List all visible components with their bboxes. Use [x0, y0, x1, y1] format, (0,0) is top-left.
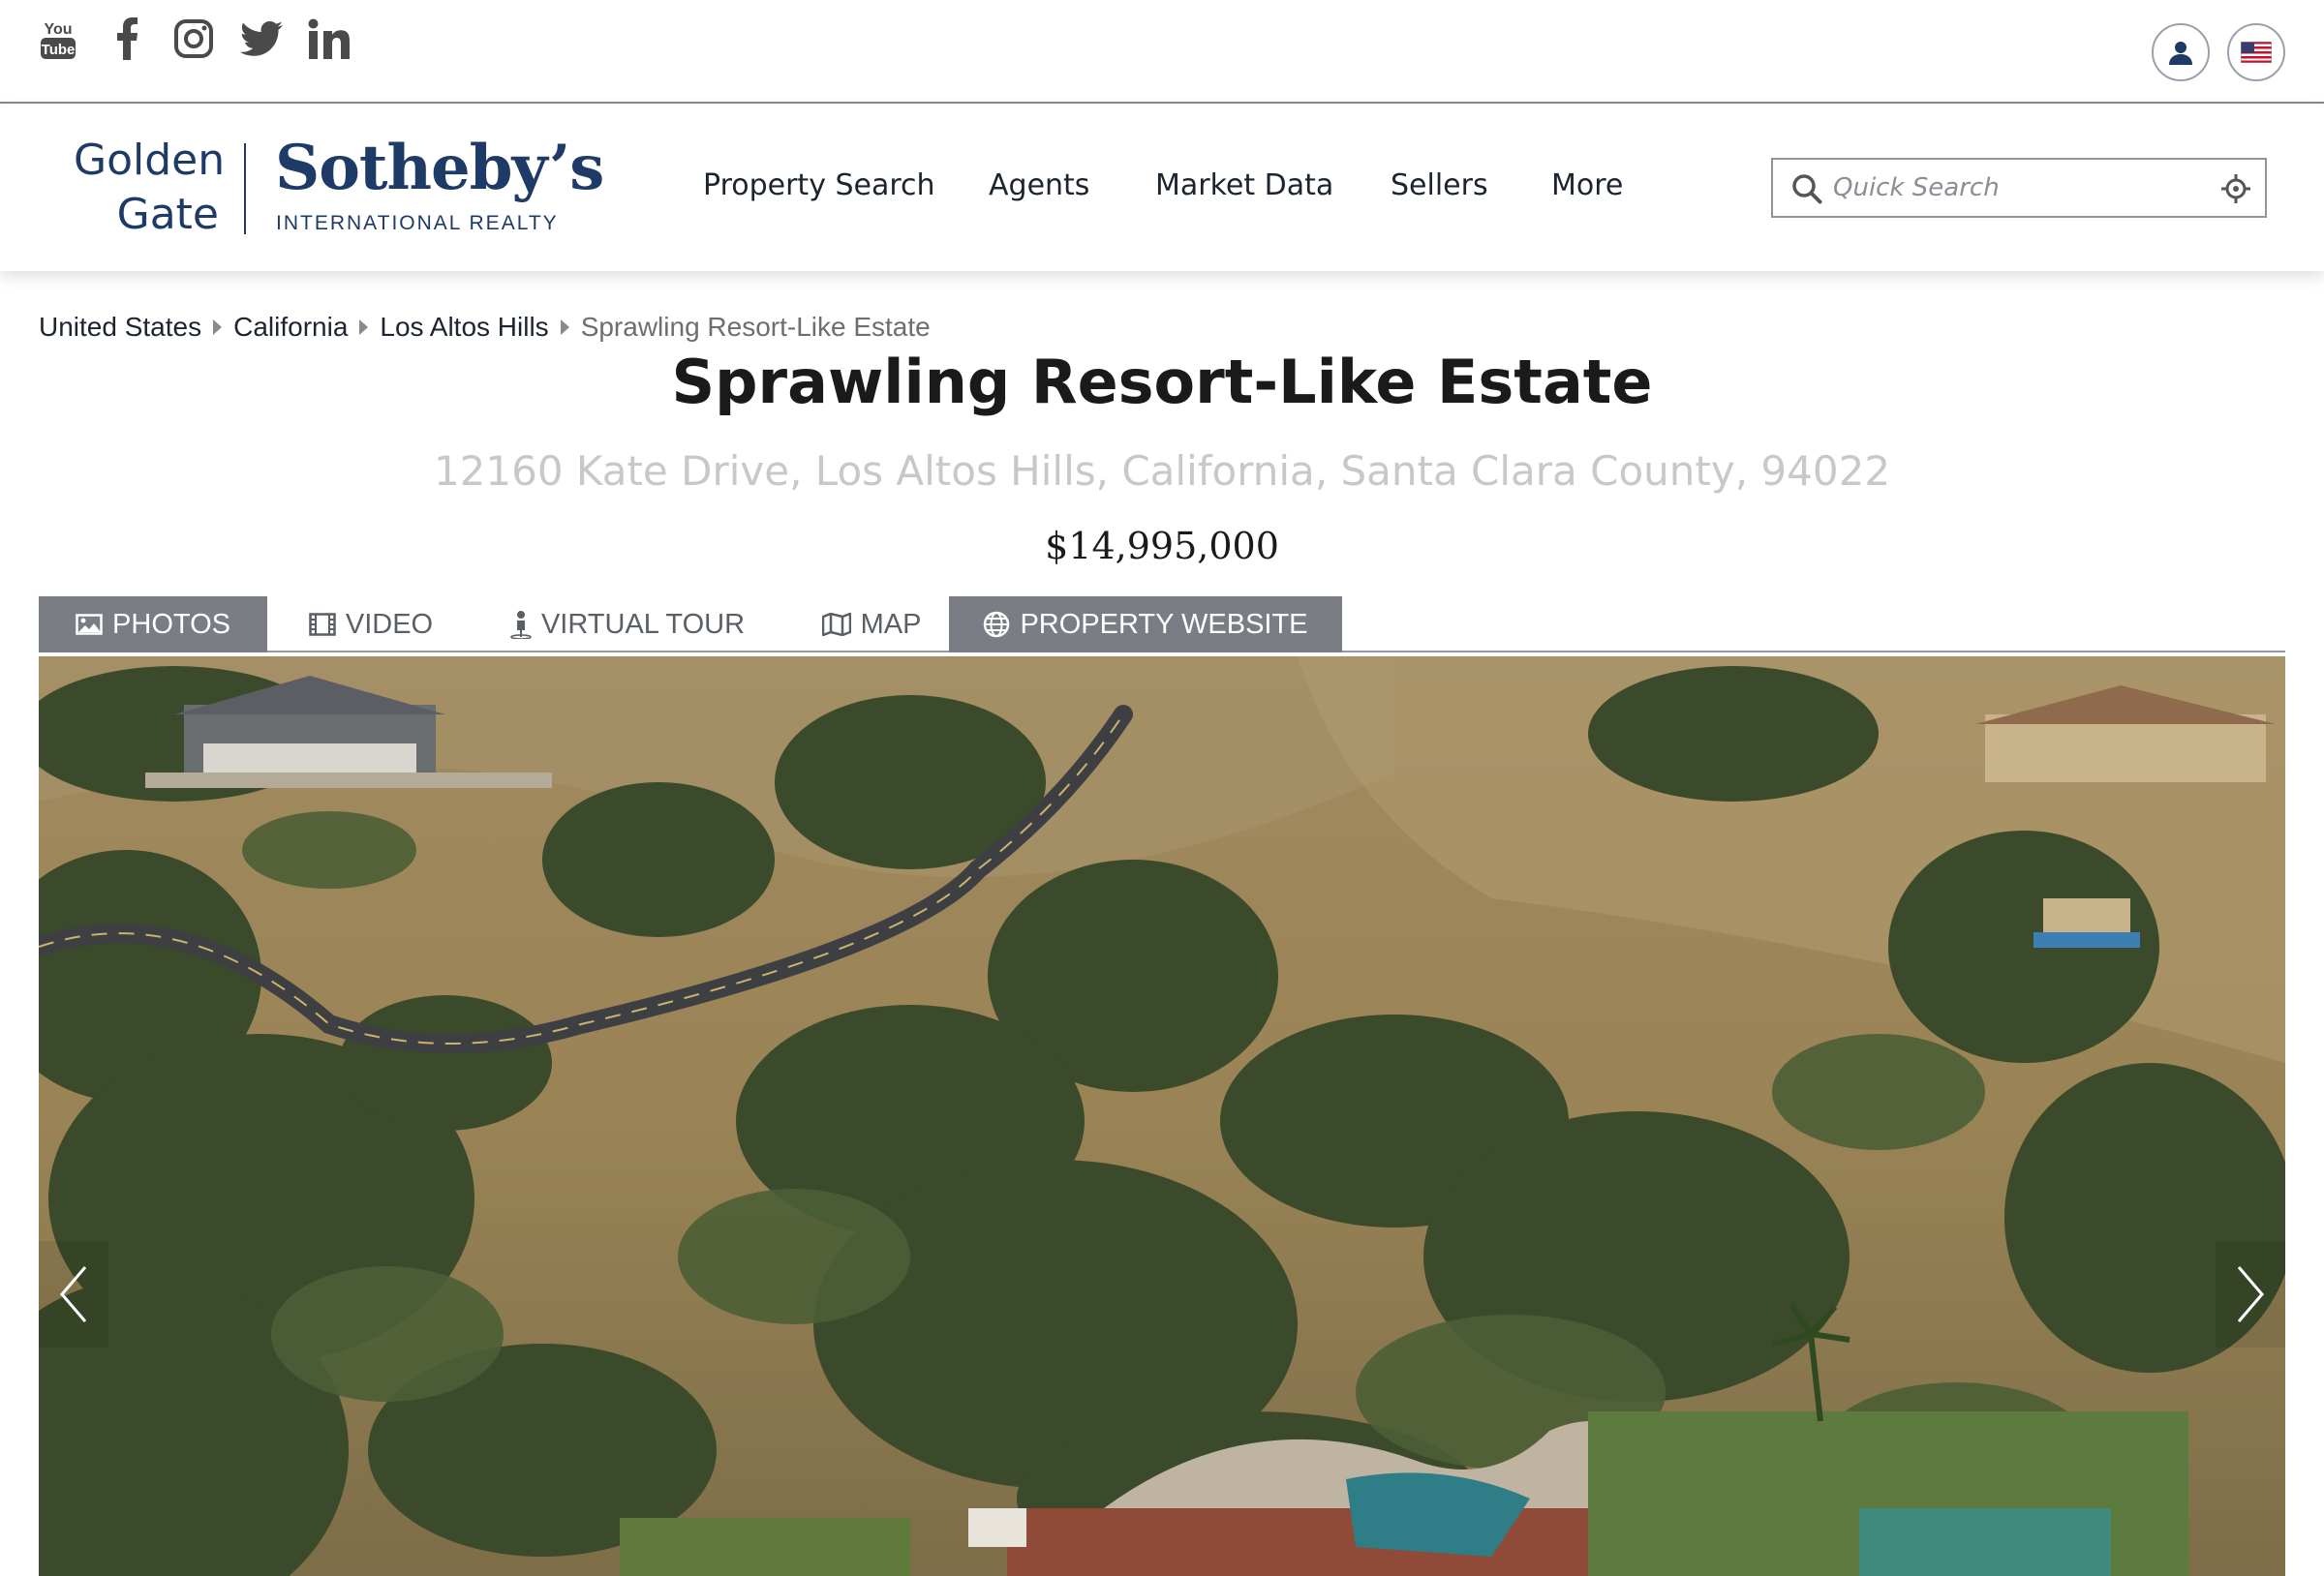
breadcrumb-separator-icon	[560, 319, 569, 335]
nav-property-search[interactable]: Property Search	[703, 168, 935, 202]
tab-virtual-tour-label: VIRTUAL TOUR	[540, 608, 746, 640]
listing-address: 12160 Kate Drive, Los Altos Hills, Calif…	[433, 447, 1891, 495]
breadcrumb-united-states[interactable]: United States	[39, 312, 201, 343]
breadcrumb-separator-icon	[213, 319, 223, 335]
property-photo[interactable]	[39, 656, 2285, 1576]
quick-search-input[interactable]	[1833, 167, 2201, 208]
photo-icon	[76, 614, 103, 635]
globe-icon	[984, 611, 1010, 638]
map-icon	[821, 613, 851, 636]
nav-more[interactable]: More	[1551, 168, 1623, 202]
tab-property-website[interactable]: PROPERTY WEBSITE	[949, 596, 1342, 652]
nav-sellers[interactable]: Sellers	[1391, 168, 1488, 202]
instagram-icon[interactable]	[172, 14, 215, 64]
breadcrumb: United States California Los Altos Hills…	[39, 312, 931, 343]
logo-gate-text: Gate	[116, 190, 219, 239]
breadcrumb-current: Sprawling Resort-Like Estate	[580, 312, 931, 342]
logo-sothebys: Sotheby’s	[275, 132, 604, 204]
language-button[interactable]	[2227, 23, 2285, 81]
tab-video-label: VIDEO	[345, 608, 434, 640]
svg-text:Tube: Tube	[42, 42, 76, 58]
breadcrumb-los-altos-hills[interactable]: Los Altos Hills	[380, 312, 548, 343]
tab-virtual-tour[interactable]: VIRTUAL TOUR	[502, 596, 753, 652]
us-flag-icon	[2241, 42, 2272, 63]
locate-icon[interactable]	[2220, 173, 2251, 204]
user-account-button[interactable]	[2152, 23, 2210, 81]
tab-map-label: MAP	[860, 608, 922, 640]
main-header: Golden Gate Sotheby’s INTERNATIONAL REAL…	[0, 105, 2324, 271]
nav-agents[interactable]: Agents	[989, 168, 1089, 202]
media-tabs: PHOTOS VIDEO VIRTUAL TOUR MAP PROPERTY W…	[39, 596, 2285, 652]
search-icon[interactable]	[1790, 172, 1823, 205]
facebook-icon[interactable]	[114, 14, 139, 64]
twitter-icon[interactable]	[240, 14, 283, 64]
tab-video[interactable]: VIDEO	[298, 596, 443, 652]
listing-title: Sprawling Resort-Like Estate	[671, 347, 1653, 417]
nav-market-data[interactable]: Market Data	[1155, 168, 1333, 202]
user-icon	[2169, 42, 2192, 65]
logo-golden-gate: Golden Gate	[74, 134, 226, 242]
linkedin-icon[interactable]	[308, 14, 351, 64]
youtube-icon[interactable]: You Tube	[39, 14, 77, 64]
svg-text:You: You	[44, 21, 72, 38]
logo-tagline: INTERNATIONAL REALTY	[276, 212, 559, 234]
chevron-right-icon	[2237, 1266, 2264, 1322]
chevron-left-icon	[60, 1266, 87, 1322]
tab-photos-label: PHOTOS	[112, 608, 230, 640]
listing-price: $14,995,000	[1045, 525, 1279, 567]
next-photo-button[interactable]	[2216, 1241, 2285, 1348]
tab-photos[interactable]: PHOTOS	[39, 596, 267, 652]
quick-search-box	[1771, 158, 2267, 218]
logo-divider	[244, 143, 246, 234]
aerial-photo-image	[39, 656, 2285, 1576]
person-icon	[510, 611, 532, 639]
breadcrumb-california[interactable]: California	[233, 312, 348, 343]
tab-property-website-label: PROPERTY WEBSITE	[1020, 608, 1308, 640]
social-bar: You Tube	[0, 0, 2324, 104]
breadcrumb-separator-icon	[359, 319, 369, 335]
film-icon	[309, 613, 336, 636]
previous-photo-button[interactable]	[39, 1241, 108, 1348]
logo-golden-text: Golden	[74, 136, 226, 185]
tab-map[interactable]: MAP	[804, 596, 939, 652]
